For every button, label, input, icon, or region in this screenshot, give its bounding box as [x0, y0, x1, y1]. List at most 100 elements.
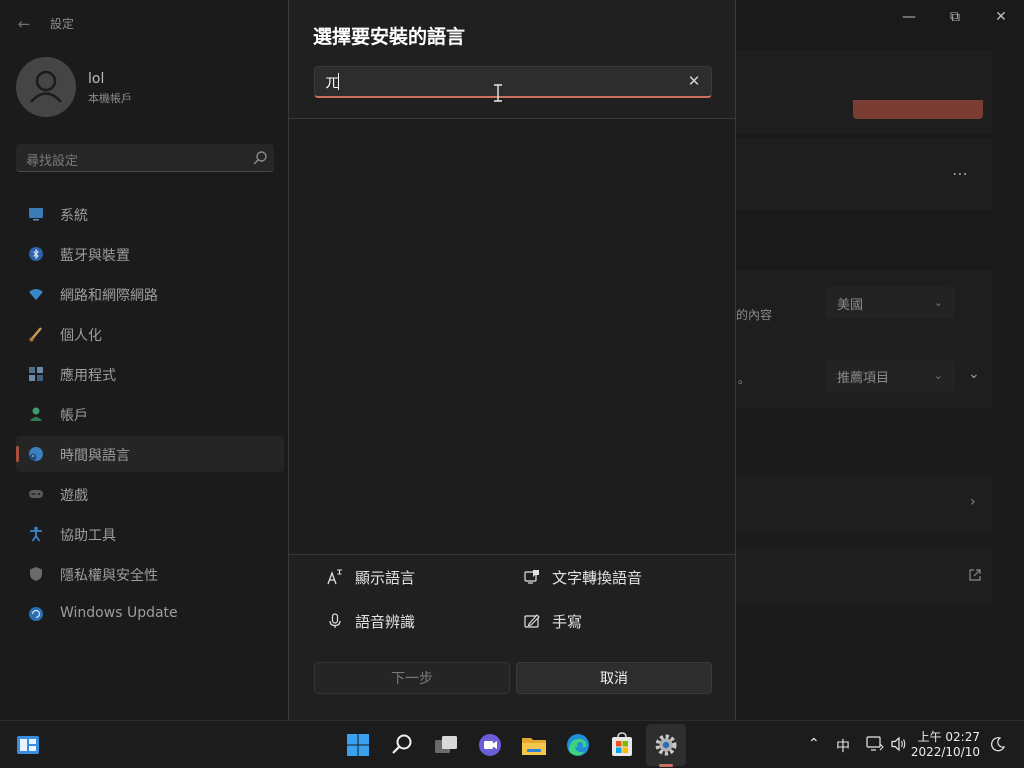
volume-icon[interactable] — [890, 736, 908, 752]
active-indicator — [16, 446, 19, 462]
running-indicator — [659, 764, 673, 767]
user-icon — [30, 70, 62, 103]
sidebar-item-label: 協助工具 — [60, 528, 116, 544]
user-name: lol — [88, 71, 105, 87]
sidebar-item-system[interactable]: 系統 — [16, 196, 284, 232]
sidebar-item-label: 遊戲 — [60, 488, 88, 504]
search-value: ㄫ — [325, 76, 339, 92]
cancel-button[interactable]: 取消 — [516, 662, 712, 694]
brush-icon — [29, 327, 42, 342]
sidebar-item-label: 藍牙與裝置 — [60, 248, 130, 264]
sidebar-item-label: 時間與語言 — [60, 448, 130, 464]
sidebar-item-accessibility[interactable]: 協助工具 — [16, 516, 284, 552]
feature-label: 手寫 — [552, 613, 583, 631]
sidebar-item-label: 隱私權與安全性 — [60, 568, 158, 584]
text-cursor-icon — [494, 84, 502, 102]
format-period: 。 — [738, 372, 751, 386]
regional-format-dropdown[interactable]: 推薦項目 ⌄ — [825, 360, 955, 392]
account-type: 本機帳戶 — [88, 92, 132, 105]
globe-clock-icon — [29, 447, 43, 461]
text-to-speech-icon — [524, 570, 539, 584]
start-icon[interactable] — [342, 729, 374, 761]
clear-icon[interactable]: ✕ — [685, 72, 703, 90]
country-label: 的內容 — [736, 308, 773, 322]
sidebar-item-apps[interactable]: 應用程式 — [16, 356, 284, 392]
close-window-icon[interactable]: ✕ — [990, 6, 1012, 28]
back-arrow-icon[interactable]: ← — [14, 14, 34, 34]
feature-label: 文字轉換語音 — [552, 569, 643, 587]
ime-indicator[interactable]: 中 — [836, 736, 850, 756]
gamepad-icon — [29, 490, 43, 498]
text-caret — [338, 73, 339, 90]
wifi-icon — [29, 289, 43, 300]
external-link-icon — [969, 569, 981, 581]
next-button[interactable]: 下一步 — [314, 662, 510, 694]
feature-label: 顯示語言 — [355, 569, 416, 587]
language-search-input[interactable]: ㄫ ✕ — [314, 66, 712, 98]
chevron-down-icon: ⌄ — [933, 369, 943, 382]
task-view-icon[interactable] — [430, 729, 462, 761]
network-icon[interactable] — [866, 736, 884, 752]
sidebar-item-windows-update[interactable]: Windows Update — [16, 596, 284, 632]
shield-icon — [30, 567, 42, 581]
sidebar-item-time-language[interactable]: 時間與語言 — [16, 436, 284, 472]
sidebar-item-accounts[interactable]: 帳戶 — [16, 396, 284, 432]
sidebar-item-label: 網路和網際網路 — [60, 288, 158, 304]
handwriting-icon — [524, 614, 540, 628]
settings-gear-icon[interactable] — [650, 729, 682, 761]
search-icon[interactable] — [386, 729, 418, 761]
update-icon — [29, 607, 43, 621]
choose-language-dialog: 選擇要安裝的語言 ㄫ ✕ 顯示語言 文字轉換語音 語音辨識 手寫 下一步 取消 — [288, 0, 736, 720]
microphone-icon — [329, 613, 341, 628]
dialog-title: 選擇要安裝的語言 — [313, 26, 466, 48]
clock-time[interactable]: 上午 02:27 — [918, 728, 980, 745]
widgets-icon[interactable] — [12, 729, 44, 761]
expand-chevron-icon[interactable]: ⌄ — [968, 366, 980, 382]
chevron-down-icon: ⌄ — [933, 296, 943, 309]
edge-icon[interactable] — [562, 729, 594, 761]
accessibility-icon — [30, 526, 42, 542]
search-icon — [253, 151, 267, 165]
settings-card[interactable] — [736, 476, 992, 532]
divider — [289, 554, 735, 555]
person-icon — [30, 407, 42, 421]
monitor-icon — [29, 208, 43, 221]
country-dropdown[interactable]: 美國 ⌄ — [825, 287, 955, 319]
settings-sidebar: ← 設定 lol 本機帳戶 尋找設定 系統 藍牙與裝置 網路和網際網路 個人化 … — [0, 0, 288, 720]
sidebar-item-label: Windows Update — [60, 605, 178, 621]
add-language-button[interactable] — [853, 100, 983, 119]
bluetooth-icon — [29, 247, 43, 261]
taskbar: ⌃ 中 上午 02:27 2022/10/10 — [0, 720, 1024, 768]
minimize-icon[interactable]: — — [898, 6, 920, 28]
sidebar-item-gaming[interactable]: 遊戲 — [16, 476, 284, 512]
sidebar-item-bluetooth[interactable]: 藍牙與裝置 — [16, 236, 284, 272]
store-icon[interactable] — [606, 729, 638, 761]
format-value: 推薦項目 — [837, 371, 890, 386]
avatar[interactable] — [16, 57, 76, 117]
settings-card — [736, 50, 992, 134]
settings-search-input[interactable]: 尋找設定 — [16, 144, 274, 172]
more-options-icon[interactable]: ⋯ — [952, 164, 969, 183]
restore-icon[interactable]: ⧉ — [944, 6, 966, 28]
file-explorer-icon[interactable] — [518, 729, 550, 761]
feature-label: 語音辨識 — [355, 613, 416, 631]
language-list[interactable] — [289, 119, 735, 554]
chevron-right-icon: › — [970, 494, 976, 510]
chat-icon[interactable] — [474, 729, 506, 761]
clock-date[interactable]: 2022/10/10 — [911, 745, 980, 759]
sidebar-item-label: 應用程式 — [60, 368, 116, 384]
sidebar-item-label: 帳戶 — [60, 408, 88, 424]
sidebar-item-privacy[interactable]: 隱私權與安全性 — [16, 556, 284, 592]
sidebar-item-personalization[interactable]: 個人化 — [16, 316, 284, 352]
settings-card[interactable] — [736, 548, 992, 604]
country-value: 美國 — [837, 298, 864, 313]
search-placeholder: 尋找設定 — [26, 154, 79, 169]
sidebar-item-label: 系統 — [60, 208, 88, 224]
app-title: 設定 — [50, 17, 75, 31]
show-hidden-icons-icon[interactable]: ⌃ — [808, 736, 820, 752]
sidebar-item-network[interactable]: 網路和網際網路 — [16, 276, 284, 312]
sidebar-item-label: 個人化 — [60, 328, 102, 344]
focus-assist-icon[interactable] — [990, 736, 1006, 752]
apps-icon — [29, 367, 43, 381]
display-language-icon — [327, 569, 342, 585]
